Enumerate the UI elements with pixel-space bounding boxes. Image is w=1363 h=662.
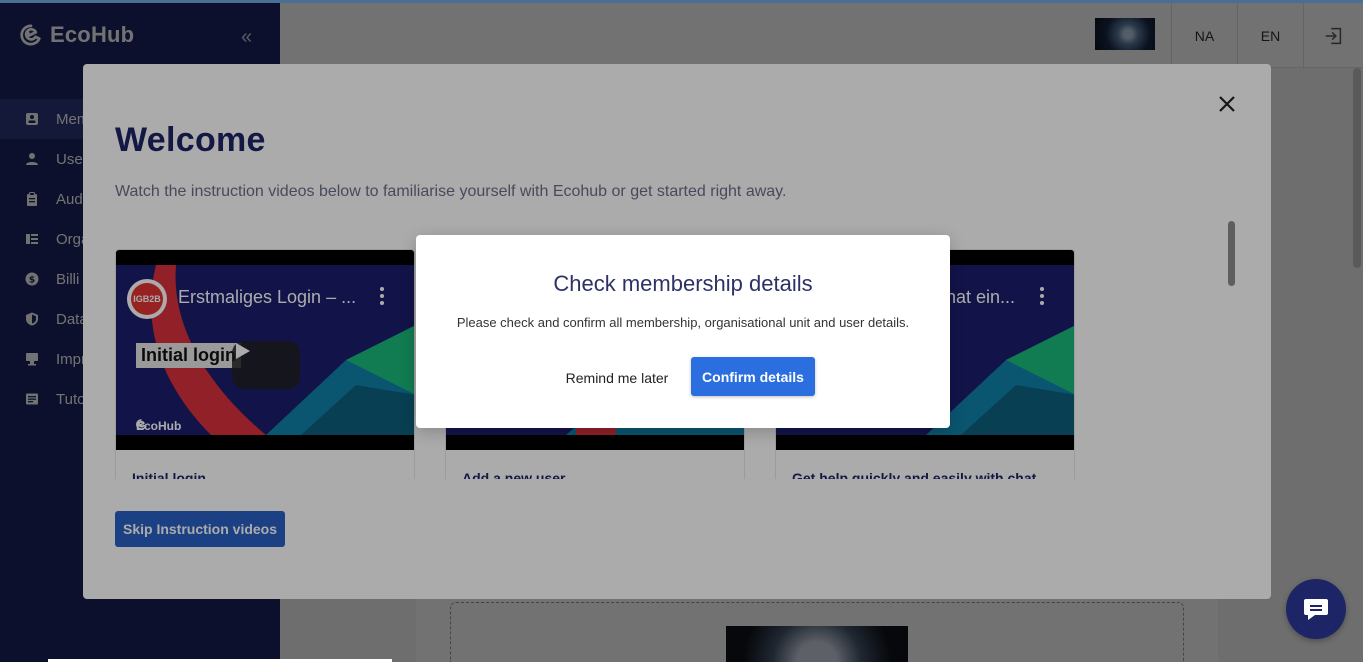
membership-dialog: Check membership details Please check an… xyxy=(416,235,950,428)
dialog-text: Please check and confirm all membership,… xyxy=(456,315,910,330)
dialog-title: Check membership details xyxy=(553,271,813,296)
window-top-strip xyxy=(0,0,1363,3)
chat-button[interactable] xyxy=(1286,579,1346,639)
chat-icon xyxy=(1304,599,1328,620)
remind-me-later-button[interactable]: Remind me later xyxy=(558,366,676,390)
confirm-details-button[interactable]: Confirm details xyxy=(691,357,815,396)
